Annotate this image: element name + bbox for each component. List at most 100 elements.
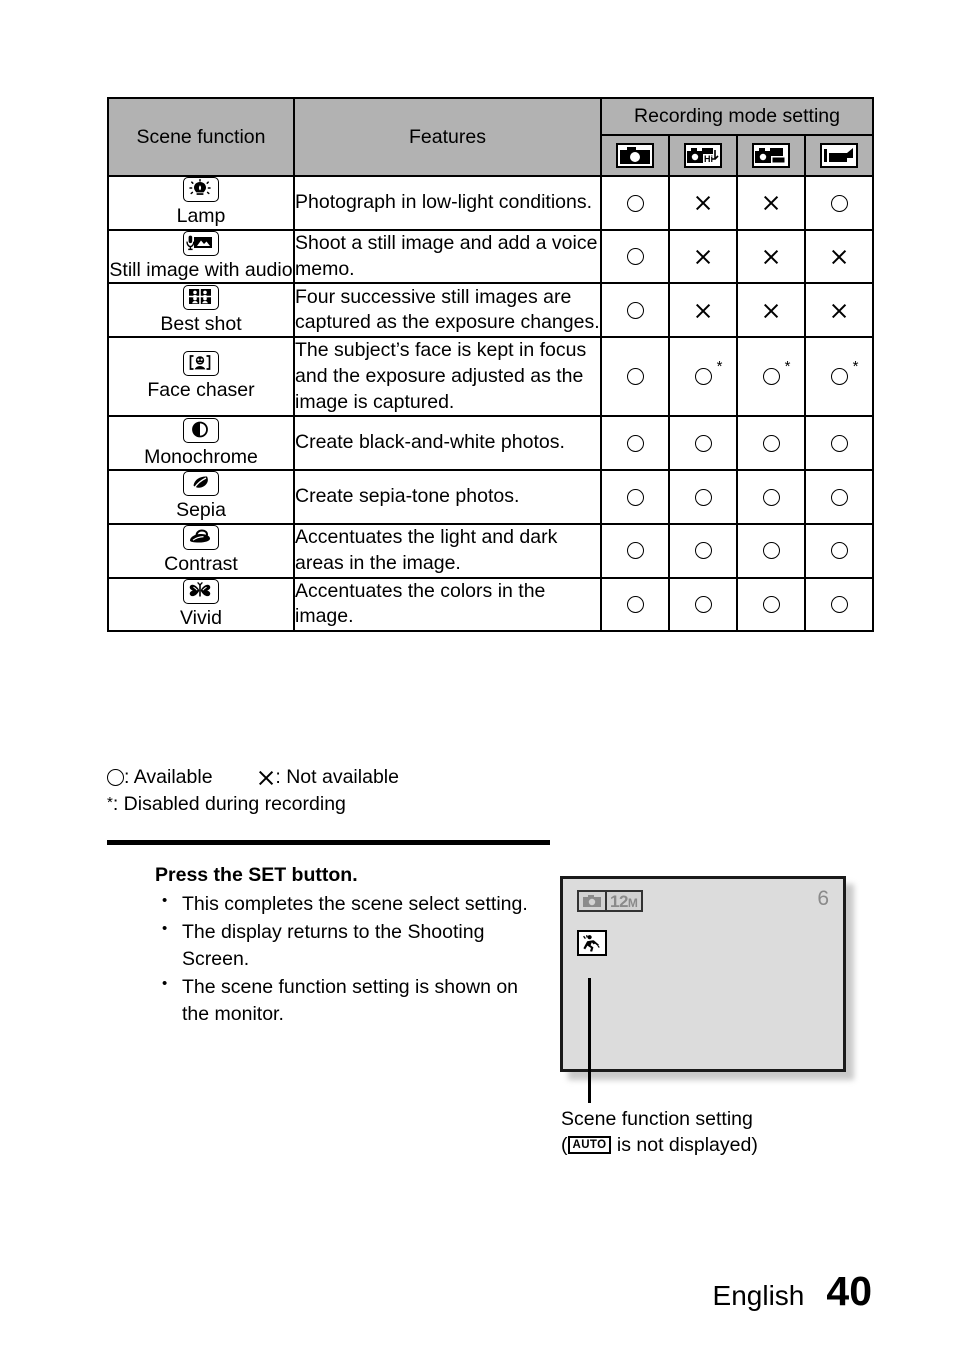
mark-cell: * <box>803 336 875 418</box>
available-circle-mark <box>626 594 644 614</box>
table-legend: : Available : Not available *: Disabled … <box>107 764 399 818</box>
mark-cell <box>736 175 806 231</box>
scene-cell-sepia: Sepia <box>107 469 295 525</box>
mark-cell <box>600 469 670 525</box>
header-features: Features <box>293 97 602 177</box>
mark-cell <box>803 415 875 472</box>
mark-cell <box>668 282 738 339</box>
scene-label: Sepia <box>176 499 226 522</box>
section-divider <box>107 840 550 845</box>
feature-cell: Four successive still images are capture… <box>293 282 602 339</box>
available-circle-mark <box>830 433 848 453</box>
caption-line-2-rest: is not displayed) <box>616 1134 758 1157</box>
resolution-unit: M <box>627 895 638 910</box>
vivid-icon <box>183 578 219 604</box>
mark-cell <box>668 175 738 231</box>
sequential-shots-camera-icon <box>752 142 790 168</box>
available-circle-mark <box>626 366 644 386</box>
contrast-icon <box>183 525 219 551</box>
available-circle-mark <box>762 433 780 453</box>
table-row: Sepia Create sepia-tone photos. <box>107 469 875 525</box>
table-row: Contrast Accentuates the light and dark … <box>107 522 875 579</box>
header-recording-mode-setting: Recording mode setting <box>599 97 875 136</box>
legend-not-available-text: : Not available <box>275 766 399 788</box>
remaining-shots-count: 6 <box>817 887 829 910</box>
camera-icon <box>579 892 607 910</box>
high-speed-sequential-camera-icon: Hi <box>684 142 722 168</box>
mark-cell <box>600 336 670 418</box>
table-body: Lamp Photograph in low-light conditions. <box>107 175 875 633</box>
face-chaser-icon <box>183 351 219 377</box>
footnote-asterisk: * <box>852 358 859 376</box>
not-available-cross-mark <box>694 192 712 212</box>
video-camera-icon <box>820 142 858 168</box>
mark-cell <box>803 175 875 231</box>
sports-running-figure-icon <box>583 934 600 952</box>
mark-cell <box>668 469 738 525</box>
instructions-list: This completes the scene select setting.… <box>155 891 550 1028</box>
not-available-cross-mark <box>762 192 780 212</box>
scene-cell-contrast: Contrast <box>107 522 295 579</box>
mark-cell <box>668 228 738 285</box>
header-mode-video <box>803 133 875 178</box>
mark-cell <box>803 228 875 285</box>
scene-cell-monochrome: Monochrome <box>107 415 295 472</box>
footer-language: English <box>712 1280 805 1311</box>
available-circle-mark <box>626 433 644 453</box>
not-available-cross-mark <box>762 300 780 320</box>
list-item: The display returns to the Shooting Scre… <box>155 919 550 972</box>
available-circle-mark <box>762 486 780 506</box>
available-circle-mark-with-footnote: * <box>830 359 859 386</box>
available-circle-mark-with-footnote: * <box>762 359 791 386</box>
mark-cell <box>736 282 806 339</box>
mark-cell <box>803 282 875 339</box>
page-footer: English 40 <box>713 1268 872 1315</box>
available-circle-mark <box>626 486 644 506</box>
legend-available-text: : Available <box>124 766 213 788</box>
available-circle-mark <box>694 433 712 453</box>
feature-cell: The subject’s face is kept in focus and … <box>293 336 602 418</box>
caption-line-2: (AUTO is not displayed) <box>561 1132 901 1158</box>
available-circle-mark <box>694 486 712 506</box>
resolution-number: 12 <box>610 891 628 911</box>
svg-text:Hi: Hi <box>704 154 713 164</box>
scene-label: Monochrome <box>144 445 258 468</box>
available-circle-mark <box>626 192 644 212</box>
mark-cell <box>600 576 670 633</box>
resolution-value: 12M <box>607 893 641 910</box>
table-row: Vivid Accentuates the colors in the imag… <box>107 576 875 633</box>
scene-label: Best shot <box>160 312 242 335</box>
available-circle-mark <box>762 594 780 614</box>
footnote-asterisk: * <box>716 358 723 376</box>
footnote-asterisk: * <box>107 793 113 811</box>
single-shot-camera-icon <box>616 142 654 168</box>
not-available-cross-mark <box>830 300 848 320</box>
feature-cell: Create sepia-tone photos. <box>293 469 602 525</box>
callout-leader-line <box>588 978 591 1103</box>
mark-cell <box>803 522 875 579</box>
table-row: Lamp Photograph in low-light conditions. <box>107 175 875 231</box>
instructions-title: Press the SET button. <box>155 864 358 886</box>
legend-row-symbols: : Available : Not available <box>107 764 399 791</box>
mark-cell <box>736 469 806 525</box>
mark-cell <box>668 415 738 472</box>
available-circle-mark <box>830 540 848 560</box>
best-shot-icon <box>183 284 219 310</box>
not-available-cross-mark <box>694 246 712 266</box>
mark-cell <box>600 175 670 231</box>
scene-label: Vivid <box>180 606 222 629</box>
feature-cell: Photograph in low-light conditions. <box>293 175 602 231</box>
feature-cell: Shoot a still image and add a voice memo… <box>293 228 602 285</box>
available-circle-mark-with-footnote: * <box>694 359 723 386</box>
scene-cell-lamp: Lamp <box>107 175 295 231</box>
feature-cell: Accentuates the light and dark areas in … <box>293 522 602 579</box>
table-row: Face chaser The subject’s face is kept i… <box>107 336 875 418</box>
mark-cell <box>736 415 806 472</box>
camera-monitor-illustration: 12M 6 <box>560 876 846 1072</box>
scene-label: Contrast <box>164 553 238 576</box>
available-circle-mark <box>830 486 848 506</box>
still-image-with-audio-icon <box>183 231 219 257</box>
resolution-badge: 12M <box>577 890 644 912</box>
list-item: The scene function setting is shown on t… <box>155 974 550 1027</box>
mark-cell <box>736 522 806 579</box>
